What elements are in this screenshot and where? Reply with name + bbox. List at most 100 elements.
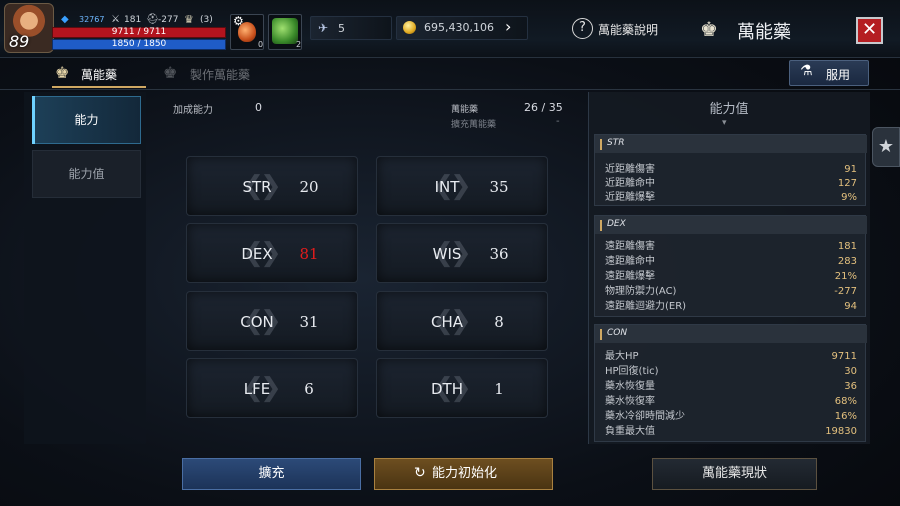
stat-value: 81 bbox=[299, 245, 319, 263]
stat-row-value: 68% bbox=[834, 396, 857, 407]
stat-row-label: 最大HP bbox=[605, 351, 639, 362]
group-title: DEX bbox=[607, 219, 626, 229]
potion-icon bbox=[238, 22, 256, 42]
stat-row-label: 近距離命中 bbox=[605, 178, 655, 189]
trophy-icon: ♛ bbox=[184, 13, 194, 26]
side-nav bbox=[24, 92, 146, 444]
stat-row-value: 21% bbox=[834, 271, 857, 282]
stat-row: 藥水恢復率 68% bbox=[605, 394, 857, 409]
group-title: CON bbox=[607, 328, 628, 338]
ornament-icon: ▾ bbox=[722, 118, 727, 128]
stat-card-cha[interactable]: ❮❯ CHA 8 bbox=[376, 291, 548, 351]
stat-row-label: 近距離傷害 bbox=[605, 164, 655, 175]
stat-group-con: CON 最大HP 9711 HP回復(tic) 30 藥水恢復量 36 藥水恢復率 68… bbox=[594, 324, 867, 442]
elixir-expand-value: - bbox=[556, 116, 560, 127]
stat-name: CHA bbox=[430, 313, 463, 331]
slot-count: 0 bbox=[258, 40, 264, 49]
stat-value: 8 bbox=[494, 313, 504, 331]
bonus-ability-value: 0 bbox=[255, 101, 262, 114]
chevron-right-icon[interactable]: › bbox=[505, 17, 511, 36]
stat-row-value: 181 bbox=[837, 241, 857, 252]
stat-row-value: 94 bbox=[844, 301, 857, 312]
stat-row: 近距離命中 127 bbox=[605, 176, 857, 191]
stat-card-dex[interactable]: ❮❯ DEX 81 bbox=[186, 223, 358, 283]
gold-value: 695,430,106 bbox=[424, 21, 494, 34]
stat-card-int[interactable]: ❮❯ INT 35 bbox=[376, 156, 548, 216]
stat-row: 負重最大值 19830 bbox=[605, 424, 857, 439]
flask-icon: ⚗ bbox=[800, 63, 813, 79]
group-accent bbox=[600, 139, 602, 150]
stat-row: 藥水恢復量 36 bbox=[605, 379, 857, 394]
helmet-icon: ⛑ bbox=[146, 14, 159, 25]
stat-row-label: 近距離爆擊 bbox=[605, 192, 655, 203]
stat-row-label: 遠距離迴避力(ER) bbox=[605, 301, 687, 312]
gold-coin-icon bbox=[403, 21, 416, 34]
close-button[interactable]: ✕ bbox=[856, 17, 883, 44]
help-link[interactable]: 萬能藥說明 bbox=[598, 21, 658, 38]
group-accent bbox=[600, 329, 602, 340]
hp-text: 9711 / 9711 bbox=[111, 27, 167, 37]
stat-value: 31 bbox=[299, 313, 319, 331]
stat-card-con[interactable]: ❮❯ CON 31 bbox=[186, 291, 358, 351]
stat-card-lfe[interactable]: ❮❯ LFE 6 bbox=[186, 358, 358, 418]
stat-row-label: 遠距離爆擊 bbox=[605, 271, 655, 282]
stat-row: 近距離爆擊 9% bbox=[605, 190, 857, 205]
stat-row-label: 負重最大值 bbox=[605, 426, 655, 437]
stat-row-value: 9% bbox=[841, 192, 857, 203]
divider bbox=[0, 89, 900, 90]
stat-name: DEX bbox=[241, 245, 273, 263]
ticket-value: 5 bbox=[338, 22, 345, 35]
side-tab-ability-label: 能力 bbox=[74, 113, 99, 127]
stat-row-value: 19830 bbox=[825, 426, 857, 437]
stat-row-label: 遠距離傷害 bbox=[605, 241, 655, 252]
leaf-icon bbox=[272, 18, 298, 44]
stat-name: LFE bbox=[243, 380, 271, 398]
stat-card-wis[interactable]: ❮❯ WIS 36 bbox=[376, 223, 548, 283]
stat-row: 遠距離命中 283 bbox=[605, 254, 857, 269]
stat-row-value: 9711 bbox=[831, 351, 857, 362]
stat-row: 物理防禦力(AC) -277 bbox=[605, 284, 857, 299]
group-accent bbox=[600, 220, 602, 231]
stat-row-value: -277 bbox=[834, 286, 857, 297]
trophy-value: (3) bbox=[200, 15, 213, 25]
group-header: CON bbox=[595, 325, 867, 343]
star-icon[interactable]: ★ bbox=[872, 127, 900, 167]
stat-value: 1 bbox=[494, 380, 504, 398]
help-icon[interactable]: ? bbox=[572, 18, 593, 39]
page-title: 萬能藥 bbox=[737, 22, 791, 43]
stat-value: 6 bbox=[304, 380, 314, 398]
elixir-crest-icon: ♚ bbox=[700, 17, 718, 41]
stat-row-value: 91 bbox=[844, 164, 857, 175]
elixir-crest-icon: ♚ bbox=[163, 63, 178, 82]
stat-row-label: 遠距離命中 bbox=[605, 256, 655, 267]
stat-card-dth[interactable]: ❮❯ DTH 1 bbox=[376, 358, 548, 418]
side-tab-stats-label: 能力值 bbox=[68, 167, 105, 181]
stat-name: WIS bbox=[432, 245, 462, 263]
stat-row-label: 藥水恢復率 bbox=[605, 396, 655, 407]
reset-ability-label: 能力初始化 bbox=[432, 466, 498, 481]
stat-row-value: 30 bbox=[844, 366, 857, 377]
stat-card-str[interactable]: ❮❯ STR 20 bbox=[186, 156, 358, 216]
stat-name: STR bbox=[242, 178, 272, 196]
stat-row-value: 127 bbox=[837, 178, 857, 189]
stat-row-value: 283 bbox=[837, 256, 857, 267]
stat-row: HP回復(tic) 30 bbox=[605, 364, 857, 379]
stat-value: 20 bbox=[299, 178, 319, 196]
elixir-count-label: 萬能藥 bbox=[451, 105, 479, 115]
stat-row: 遠距離傷害 181 bbox=[605, 239, 857, 254]
armor-value: -277 bbox=[158, 15, 179, 25]
stat-row-value: 36 bbox=[844, 381, 857, 392]
stat-row: 近距離傷害 91 bbox=[605, 162, 857, 177]
tab-make-elixir[interactable]: 製作萬能藥 bbox=[190, 66, 250, 83]
elixir-expand-label: 擴充萬能藥 bbox=[451, 120, 497, 130]
character-level: 89 bbox=[9, 32, 30, 51]
elixir-count-value: 26 / 35 bbox=[524, 101, 563, 114]
attack-value: 181 bbox=[124, 15, 142, 25]
ticket-icon: ✈ bbox=[318, 21, 329, 35]
stat-row-label: HP回復(tic) bbox=[605, 366, 659, 377]
stat-row: 遠距離爆擊 21% bbox=[605, 269, 857, 284]
mp-text: 1850 / 1850 bbox=[111, 39, 167, 49]
stat-name: INT bbox=[434, 178, 460, 196]
stat-row-label: 物理防禦力(AC) bbox=[605, 286, 677, 297]
group-header: DEX bbox=[595, 216, 867, 234]
